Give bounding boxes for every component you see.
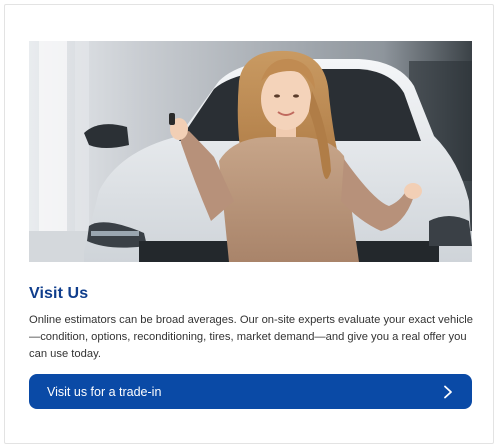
trade-in-button[interactable]: Visit us for a trade-in: [29, 374, 472, 409]
hero-photo-illustration: [29, 41, 472, 262]
card-title: Visit Us: [29, 285, 89, 302]
card-description: Online estimators can be broad averages.…: [29, 314, 474, 360]
chevron-right-icon: [442, 385, 454, 399]
visit-us-card: Visit Us Online estimators can be broad …: [4, 4, 494, 444]
hero-image: [29, 41, 472, 262]
trade-in-button-label: Visit us for a trade-in: [47, 384, 162, 399]
